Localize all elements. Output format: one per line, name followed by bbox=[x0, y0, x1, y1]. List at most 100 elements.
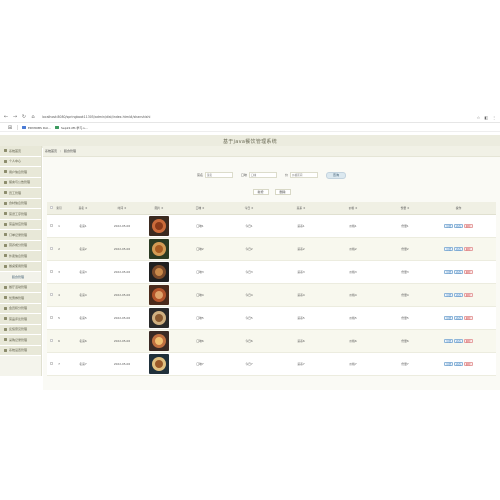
search-price-input[interactable] bbox=[290, 172, 319, 178]
row-checkbox[interactable] bbox=[49, 224, 53, 227]
delete-button[interactable]: 删除 bbox=[274, 189, 291, 195]
column-header: 图片 ≑ bbox=[154, 206, 164, 210]
star-icon[interactable]: ☆ bbox=[477, 115, 481, 120]
view-button[interactable]: 详情 bbox=[444, 339, 454, 343]
menu-icon bbox=[4, 212, 7, 216]
edit-button[interactable]: 修改 bbox=[454, 362, 463, 366]
cell-time: 2022-05-06 bbox=[113, 224, 131, 228]
cell-time: 2022-05-06 bbox=[113, 362, 131, 366]
edit-button[interactable]: 修改 bbox=[454, 224, 463, 228]
column-header: 份量 ≑ bbox=[400, 206, 410, 210]
sidebar-item[interactable]: 外卖信息管理 bbox=[0, 251, 41, 262]
view-button[interactable]: 详情 bbox=[444, 247, 454, 251]
food-image bbox=[149, 331, 169, 351]
column-header[interactable] bbox=[47, 206, 55, 210]
view-button[interactable]: 详情 bbox=[444, 224, 454, 228]
table-row: 3 名菜3 2022-05-06 口味3 今日3 菜系3 价格3 份量3 详情 修改 删除 bbox=[47, 261, 496, 284]
cell-price: 价格1 bbox=[349, 224, 357, 228]
cell-today: 今日2 bbox=[245, 247, 253, 251]
sidebar-item[interactable]: 会员积分管理 bbox=[0, 303, 41, 314]
menu-icon bbox=[4, 180, 7, 184]
sidebar-item[interactable]: 营养成分管理 bbox=[0, 240, 41, 251]
search-taste-input[interactable] bbox=[249, 172, 277, 178]
sidebar-item[interactable]: 菜谱工序管理 bbox=[0, 209, 41, 220]
cell-portion: 份量2 bbox=[401, 247, 409, 251]
extensions-icon[interactable]: ◧ bbox=[484, 115, 488, 120]
row-checkbox[interactable] bbox=[49, 339, 53, 342]
view-button[interactable]: 详情 bbox=[444, 316, 454, 320]
sidebar-item-label: 反馈意见管理 bbox=[9, 327, 28, 332]
edit-button[interactable]: 修改 bbox=[454, 293, 463, 297]
row-checkbox[interactable] bbox=[49, 247, 53, 250]
forward-icon[interactable]: → bbox=[12, 114, 18, 120]
row-checkbox[interactable] bbox=[49, 270, 53, 273]
edit-button[interactable]: 修改 bbox=[454, 247, 463, 251]
sidebar-item[interactable]: 订单记录管理 bbox=[0, 230, 41, 241]
delete-row-button[interactable]: 删除 bbox=[463, 316, 473, 320]
sidebar-item-label: 营养成分管理 bbox=[9, 243, 28, 248]
edit-button[interactable]: 修改 bbox=[454, 270, 463, 274]
cell-index: 4 bbox=[58, 293, 60, 297]
sidebar-item-label: 餐桌使用管理 bbox=[9, 264, 28, 269]
food-image-cell bbox=[141, 216, 177, 236]
row-actions: 详情 修改 删除 bbox=[431, 247, 486, 251]
sidebar-item[interactable]: 用户信息管理 bbox=[0, 167, 41, 178]
back-icon[interactable]: ← bbox=[3, 114, 9, 120]
add-button[interactable]: 新增 bbox=[252, 189, 269, 195]
home-icon[interactable]: ⌂ bbox=[30, 114, 36, 120]
edit-button[interactable]: 修改 bbox=[454, 316, 463, 320]
sidebar-item[interactable]: 系统设置管理 bbox=[0, 345, 41, 356]
breadcrumb-home[interactable]: 系统首页 bbox=[45, 149, 57, 153]
sidebar-item[interactable]: 膳食管理 bbox=[0, 272, 41, 283]
cell-price: 价格2 bbox=[349, 247, 357, 251]
sidebar-item[interactable]: 员工管理 bbox=[0, 188, 41, 199]
sidebar-item[interactable]: 系统首页 bbox=[0, 146, 41, 157]
delete-row-button[interactable]: 删除 bbox=[463, 293, 473, 297]
sidebar-item[interactable]: 留言与公告管理 bbox=[0, 177, 41, 188]
row-checkbox[interactable] bbox=[49, 316, 53, 319]
delete-row-button[interactable]: 删除 bbox=[463, 270, 473, 274]
cell-portion: 份量3 bbox=[401, 270, 409, 274]
data-table: 索引 菜名 ≑ 时间 ≑ 图片 ≑ 口味 ≑ 今日 ≑ 菜系 ≑ 价格 ≑ 份量 ≑ 操作 1 名菜… bbox=[47, 202, 496, 376]
delete-row-button[interactable]: 删除 bbox=[463, 362, 473, 366]
row-checkbox-cell bbox=[47, 316, 55, 320]
search-name-input[interactable] bbox=[204, 172, 233, 178]
menu-icon[interactable]: ⋮ bbox=[492, 115, 496, 120]
sidebar-item-label: 菜品评论管理 bbox=[9, 316, 28, 321]
sidebar-item[interactable]: 菜品评论管理 bbox=[0, 314, 41, 325]
sidebar-item[interactable]: 食材信息管理 bbox=[0, 198, 41, 209]
bookmark-item[interactable]: EDMIOBS DAI... bbox=[22, 126, 51, 130]
bookmark-item[interactable]: Sep22-Mt-学习-L... bbox=[54, 126, 88, 130]
sidebar-item[interactable]: 餐厅活动管理 bbox=[0, 282, 41, 293]
sidebar-item-label: 菜谱工序管理 bbox=[9, 211, 28, 216]
sidebar-item[interactable]: 优惠券管理 bbox=[0, 293, 41, 304]
sidebar-item[interactable]: 餐桌使用管理 bbox=[0, 261, 41, 272]
sidebar-item[interactable]: 个人中心 bbox=[0, 156, 41, 167]
sidebar-item[interactable]: 菜品供应管理 bbox=[0, 219, 41, 230]
view-button[interactable]: 详情 bbox=[444, 362, 454, 366]
sidebar-item-label: 系统首页 bbox=[9, 148, 22, 153]
menu-icon bbox=[4, 222, 7, 226]
delete-row-button[interactable]: 删除 bbox=[463, 339, 473, 343]
view-button[interactable]: 详情 bbox=[444, 293, 454, 297]
view-button[interactable]: 详情 bbox=[444, 270, 454, 274]
row-actions: 详情 修改 删除 bbox=[431, 339, 486, 343]
food-image bbox=[149, 216, 169, 236]
sidebar-item[interactable]: 采购记录管理 bbox=[0, 335, 41, 346]
food-image bbox=[149, 308, 169, 328]
sidebar-item[interactable]: 反馈意见管理 bbox=[0, 324, 41, 335]
column-header: 今日 ≑ bbox=[244, 206, 254, 210]
row-checkbox[interactable] bbox=[49, 293, 53, 296]
select-all-checkbox[interactable] bbox=[49, 206, 53, 209]
edit-button[interactable]: 修改 bbox=[454, 339, 463, 343]
delete-row-button[interactable]: 删除 bbox=[463, 247, 473, 251]
cell-name: 名菜4 bbox=[79, 293, 87, 297]
table-body: 1 名菜1 2022-05-06 口味1 今日1 菜系1 价格1 份量1 详情 修改 删除 2 名菜2 2… bbox=[47, 215, 496, 376]
delete-row-button[interactable]: 删除 bbox=[463, 224, 473, 228]
row-checkbox[interactable] bbox=[49, 362, 53, 365]
address-bar[interactable]: localhost:8080/springboot11305/admin/dis… bbox=[42, 115, 477, 119]
reload-icon[interactable]: ↻ bbox=[21, 114, 27, 120]
menu-icon bbox=[4, 149, 7, 153]
search-button[interactable]: 查询 bbox=[326, 171, 347, 179]
apps-icon[interactable]: ⊞ bbox=[7, 125, 13, 131]
